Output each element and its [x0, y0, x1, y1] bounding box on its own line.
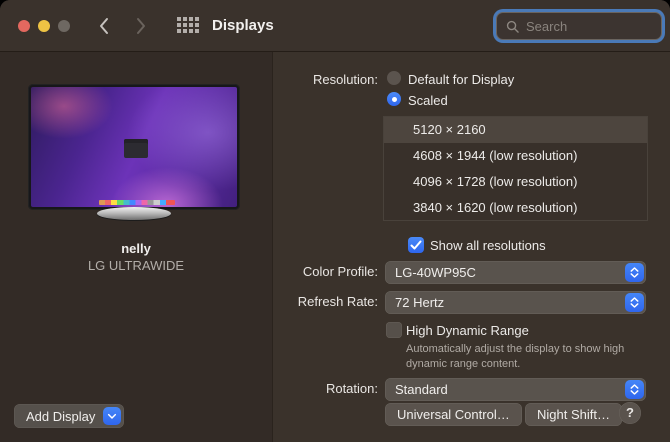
rotation-value: Standard [395, 382, 448, 397]
popup-chevrons-icon [625, 293, 644, 312]
resolution-list-item[interactable]: 3840 × 1620 (low resolution) [384, 194, 647, 220]
search-input[interactable] [524, 17, 648, 35]
refresh-rate-popup[interactable]: 72 Hertz [385, 291, 646, 314]
resolution-list-item[interactable]: 4096 × 1728 (low resolution) [384, 169, 647, 195]
help-button[interactable]: ? [619, 402, 641, 424]
display-name: nelly [121, 241, 151, 256]
resolution-scaled-radio[interactable] [387, 92, 401, 106]
color-profile-value: LG-40WP95C [395, 265, 476, 280]
zoom-window-button[interactable] [58, 20, 70, 32]
show-all-resolutions-label[interactable]: Show all resolutions [430, 238, 546, 253]
checkmark-icon [410, 240, 422, 250]
resolution-default-radio[interactable] [387, 71, 401, 85]
refresh-rate-label: Refresh Rate: [297, 294, 378, 309]
color-profile-popup[interactable]: LG-40WP95C [385, 261, 646, 284]
display-model: LG ULTRAWIDE [87, 258, 185, 273]
color-profile-label: Color Profile: [302, 264, 378, 279]
minimize-window-button[interactable] [38, 20, 50, 32]
back-button[interactable] [98, 17, 110, 40]
resolution-list: 5120 × 2160 4608 × 1944 (low resolution)… [383, 116, 648, 221]
display-preview-stand [97, 207, 171, 220]
popup-chevrons-icon [625, 380, 644, 399]
rotation-label: Rotation: [325, 381, 378, 396]
rotation-popup[interactable]: Standard [385, 378, 646, 401]
resolution-label: Resolution: [312, 72, 378, 87]
hdr-description: Automatically adjust the display to show… [406, 343, 625, 370]
popup-chevrons-icon [625, 263, 644, 282]
forward-button[interactable] [135, 17, 147, 40]
chevron-down-icon [103, 407, 122, 425]
night-shift-button[interactable]: Night Shift… [525, 403, 622, 426]
close-window-button[interactable] [18, 20, 30, 32]
preview-dock [99, 200, 175, 205]
search-icon [506, 20, 519, 33]
hdr-checkbox[interactable] [386, 322, 402, 338]
add-display-button[interactable]: Add Display [14, 404, 125, 428]
add-display-label: Add Display [26, 408, 96, 424]
title-bar: Displays [0, 0, 670, 52]
search-field[interactable] [496, 12, 662, 40]
resolution-list-item[interactable]: 5120 × 2160 [384, 117, 647, 143]
displays-preferences-window: Displays nelly LG ULTRAWIDE Add Display … [0, 0, 670, 442]
hdr-label[interactable]: High Dynamic Range [406, 323, 529, 338]
resolution-scaled-radio-label[interactable]: Scaled [408, 93, 448, 108]
resolution-list-item[interactable]: 4608 × 1944 (low resolution) [384, 143, 647, 169]
page-title: Displays [212, 17, 274, 34]
universal-control-button[interactable]: Universal Control… [385, 403, 522, 426]
show-all-preferences-icon[interactable] [177, 17, 199, 33]
refresh-rate-value: 72 Hertz [395, 295, 445, 310]
preview-window [124, 139, 148, 158]
resolution-default-radio-label[interactable]: Default for Display [408, 72, 514, 87]
show-all-resolutions-checkbox[interactable] [408, 237, 424, 253]
display-preview-screen [31, 87, 237, 207]
